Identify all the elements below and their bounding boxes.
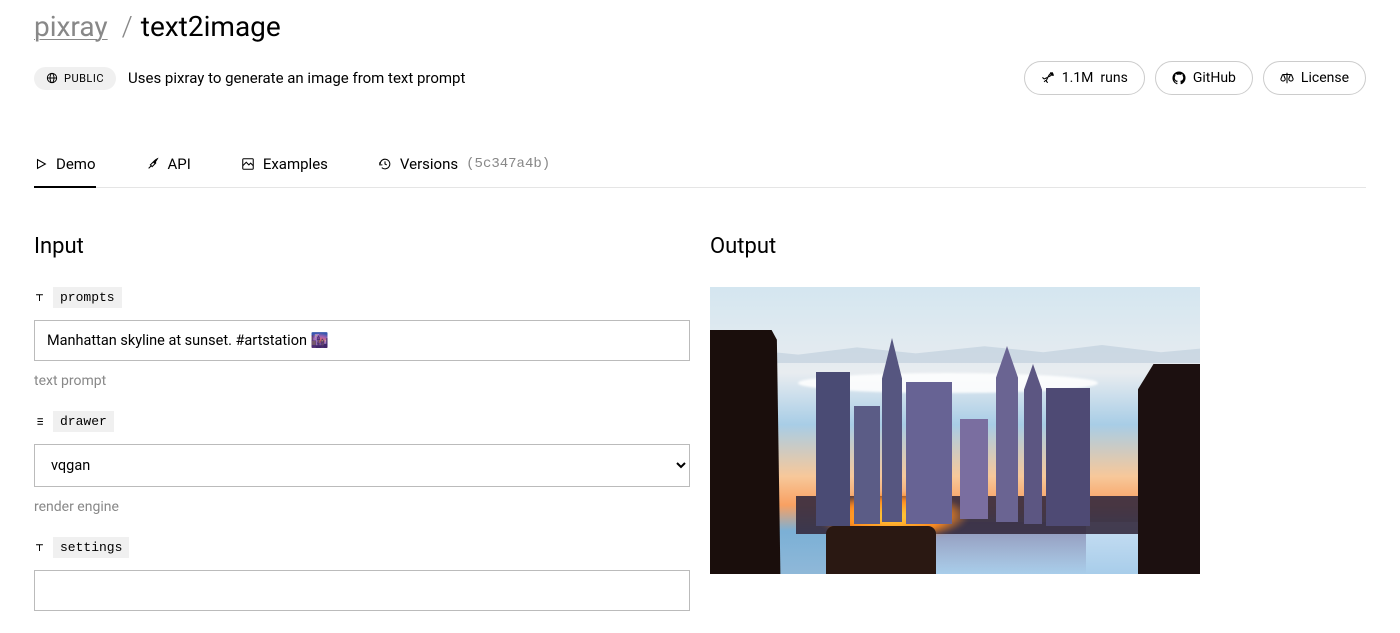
- field-prompts-label-row: prompts: [34, 287, 690, 308]
- visibility-badge-label: PUBLIC: [64, 72, 104, 85]
- tab-demo-label: Demo: [56, 155, 96, 173]
- header-right: 1.1M runs GitHub License: [1024, 61, 1366, 95]
- rocket-icon: [1041, 71, 1055, 85]
- output-title: Output: [710, 234, 1366, 259]
- license-button[interactable]: License: [1263, 61, 1366, 95]
- output-image: [710, 287, 1200, 574]
- runs-count: 1.1M: [1062, 70, 1094, 86]
- tab-api-label: API: [168, 155, 191, 173]
- breadcrumb-name: text2image: [141, 10, 281, 43]
- github-icon: [1172, 71, 1186, 85]
- field-settings: settings: [34, 537, 690, 611]
- tab-versions[interactable]: Versions (5c347a4b): [378, 145, 550, 187]
- model-description: Uses pixray to generate an image from te…: [128, 69, 465, 87]
- tab-versions-label: Versions: [400, 155, 458, 173]
- examples-icon: [241, 157, 255, 171]
- github-button[interactable]: GitHub: [1155, 61, 1253, 95]
- tab-versions-hash: (5c347a4b): [466, 156, 550, 172]
- list-icon: [34, 416, 45, 427]
- field-drawer-name: drawer: [53, 411, 114, 432]
- prompts-input[interactable]: [34, 320, 690, 361]
- play-icon: [34, 157, 48, 171]
- tab-examples-label: Examples: [263, 155, 328, 173]
- field-drawer: drawer vqgan render engine: [34, 411, 690, 515]
- breadcrumb-owner[interactable]: pixray: [34, 10, 108, 43]
- main: Input prompts text prompt drawer vqgan r…: [34, 234, 1366, 633]
- breadcrumb: pixray / text2image: [34, 10, 1366, 43]
- visibility-badge: PUBLIC: [34, 67, 116, 90]
- globe-icon: [46, 72, 58, 84]
- text-icon: [34, 542, 45, 553]
- license-icon: [1280, 71, 1294, 85]
- header-left: PUBLIC Uses pixray to generate an image …: [34, 67, 465, 90]
- github-label: GitHub: [1193, 70, 1236, 86]
- field-prompts-name: prompts: [53, 287, 122, 308]
- prompts-hint: text prompt: [34, 373, 690, 389]
- header-row: PUBLIC Uses pixray to generate an image …: [34, 61, 1366, 95]
- input-column: Input prompts text prompt drawer vqgan r…: [34, 234, 690, 633]
- license-label: License: [1301, 70, 1349, 86]
- field-drawer-label-row: drawer: [34, 411, 690, 432]
- field-settings-name: settings: [53, 537, 129, 558]
- settings-input[interactable]: [34, 570, 690, 611]
- drawer-hint: render engine: [34, 499, 690, 515]
- drawer-select[interactable]: vqgan: [34, 444, 690, 487]
- tab-demo[interactable]: Demo: [34, 145, 96, 187]
- history-icon: [378, 157, 392, 171]
- field-settings-label-row: settings: [34, 537, 690, 558]
- rocket-icon: [146, 157, 160, 171]
- tab-api[interactable]: API: [146, 145, 191, 187]
- runs-pill[interactable]: 1.1M runs: [1024, 61, 1145, 95]
- runs-suffix: runs: [1100, 70, 1127, 86]
- field-prompts: prompts text prompt: [34, 287, 690, 389]
- breadcrumb-separator: /: [122, 10, 133, 43]
- tabs: Demo API Examples Versions (5c347a4b): [34, 145, 1366, 188]
- input-title: Input: [34, 234, 690, 259]
- output-column: Output: [710, 234, 1366, 633]
- tab-examples[interactable]: Examples: [241, 145, 328, 187]
- text-icon: [34, 292, 45, 303]
